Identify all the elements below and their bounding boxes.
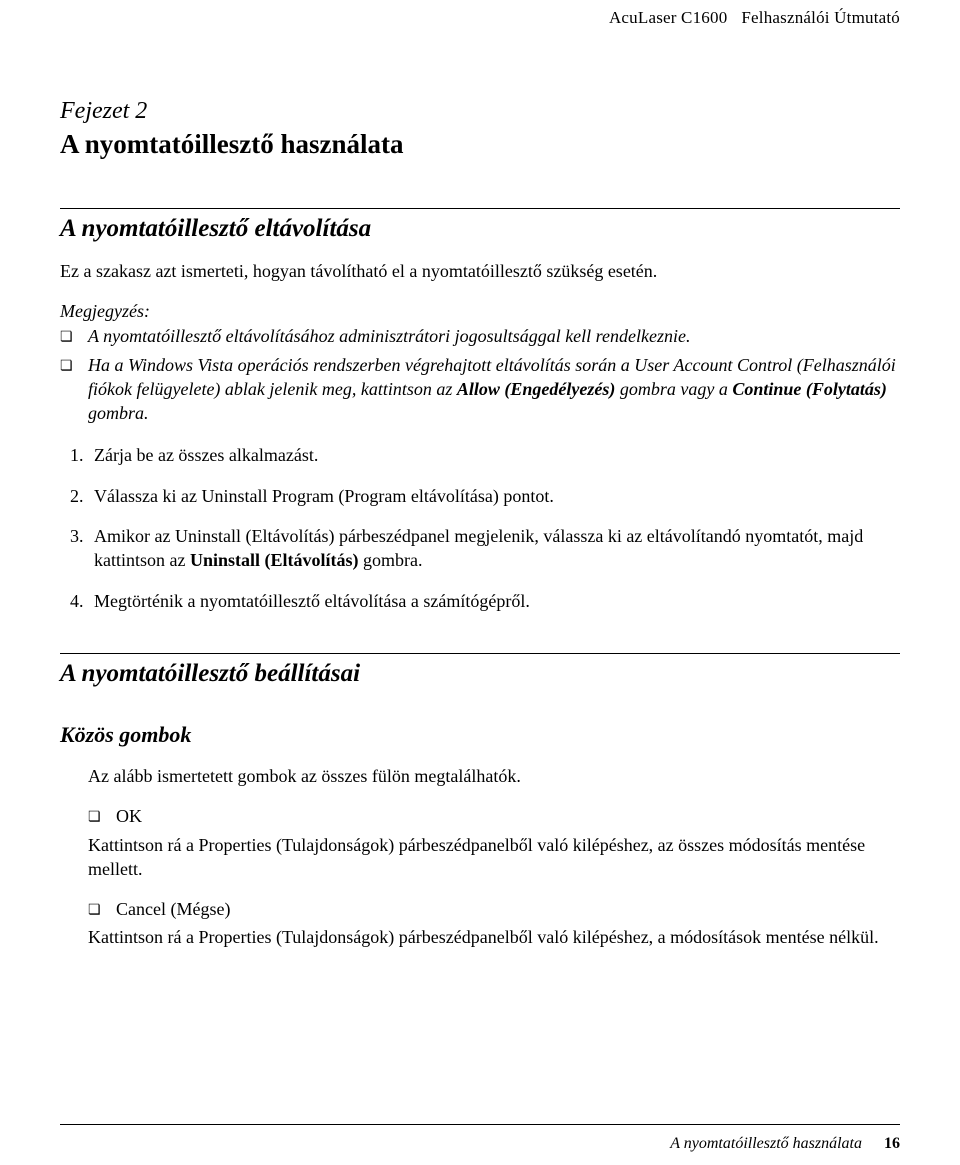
footer-rule bbox=[60, 1124, 900, 1125]
notes-label: Megjegyzés: bbox=[60, 301, 900, 322]
cancel-label: Cancel (Mégse) bbox=[116, 897, 900, 921]
step3-bold: Uninstall (Eltávolítás) bbox=[190, 550, 359, 570]
subsection-title: Közös gombok bbox=[60, 722, 900, 748]
note-1-text: A nyomtatóillesztő eltávolításához admin… bbox=[88, 324, 900, 348]
steps-list: Zárja be az összes alkalmazást. Válassza… bbox=[60, 443, 900, 612]
bullet-icon: ❏ bbox=[60, 324, 88, 348]
header-product: AcuLaser C1600 bbox=[609, 8, 727, 27]
ok-block: ❏ OK bbox=[88, 804, 900, 828]
header-doc: Felhasználói Útmutató bbox=[741, 8, 900, 27]
step-3: Amikor az Uninstall (Eltávolítás) párbes… bbox=[88, 524, 900, 573]
step3-post: gombra. bbox=[359, 550, 423, 570]
step-1: Zárja be az összes alkalmazást. bbox=[88, 443, 900, 467]
chapter-label: Fejezet 2 bbox=[60, 98, 900, 125]
cancel-bullet: ❏ Cancel (Mégse) bbox=[88, 897, 900, 921]
section2-intro: Az alább ismertetett gombok az összes fü… bbox=[88, 764, 900, 788]
document-page: AcuLaser C1600 Felhasználói Útmutató Feje… bbox=[0, 0, 960, 1165]
section-rule bbox=[60, 208, 900, 209]
note2-bold2: Continue (Folytatás) bbox=[732, 379, 887, 399]
section-rule bbox=[60, 653, 900, 654]
section1-intro: Ez a szakasz azt ismerteti, hogyan távol… bbox=[60, 259, 900, 283]
note2-bold1: Allow (Engedélyezés) bbox=[457, 379, 615, 399]
note-item-2: ❏ Ha a Windows Vista operációs rendszerb… bbox=[60, 353, 900, 426]
note-item-1: ❏ A nyomtatóillesztő eltávolításához adm… bbox=[60, 324, 900, 348]
step-2: Válassza ki az Uninstall Program (Progra… bbox=[88, 484, 900, 508]
step-4: Megtörténik a nyomtatóillesztő eltávolít… bbox=[88, 589, 900, 613]
note2-mid: gombra vagy a bbox=[615, 379, 732, 399]
section1-title: A nyomtatóillesztő eltávolítása bbox=[60, 215, 900, 243]
running-header: AcuLaser C1600 Felhasználói Útmutató bbox=[60, 8, 900, 28]
cancel-desc: Kattintson rá a Properties (Tulajdonságo… bbox=[88, 925, 900, 949]
ok-label: OK bbox=[116, 804, 900, 828]
ok-desc: Kattintson rá a Properties (Tulajdonságo… bbox=[88, 833, 900, 882]
footer-title: A nyomtatóillesztő használata bbox=[670, 1135, 862, 1152]
cancel-block: ❏ Cancel (Mégse) bbox=[88, 897, 900, 921]
page-number: 16 bbox=[884, 1135, 900, 1152]
bullet-icon: ❏ bbox=[60, 353, 88, 426]
chapter-title: A nyomtatóillesztő használata bbox=[60, 129, 900, 160]
running-footer: A nyomtatóillesztő használata 16 bbox=[670, 1135, 900, 1153]
section2-title: A nyomtatóillesztő beállításai bbox=[60, 660, 900, 688]
notes-block: Megjegyzés: ❏ A nyomtatóillesztő eltávol… bbox=[60, 301, 900, 425]
note-2-text: Ha a Windows Vista operációs rendszerben… bbox=[88, 353, 900, 426]
ok-bullet: ❏ OK bbox=[88, 804, 900, 828]
bullet-icon: ❏ bbox=[88, 804, 116, 828]
bullet-icon: ❏ bbox=[88, 897, 116, 921]
note2-post: gombra. bbox=[88, 403, 149, 423]
